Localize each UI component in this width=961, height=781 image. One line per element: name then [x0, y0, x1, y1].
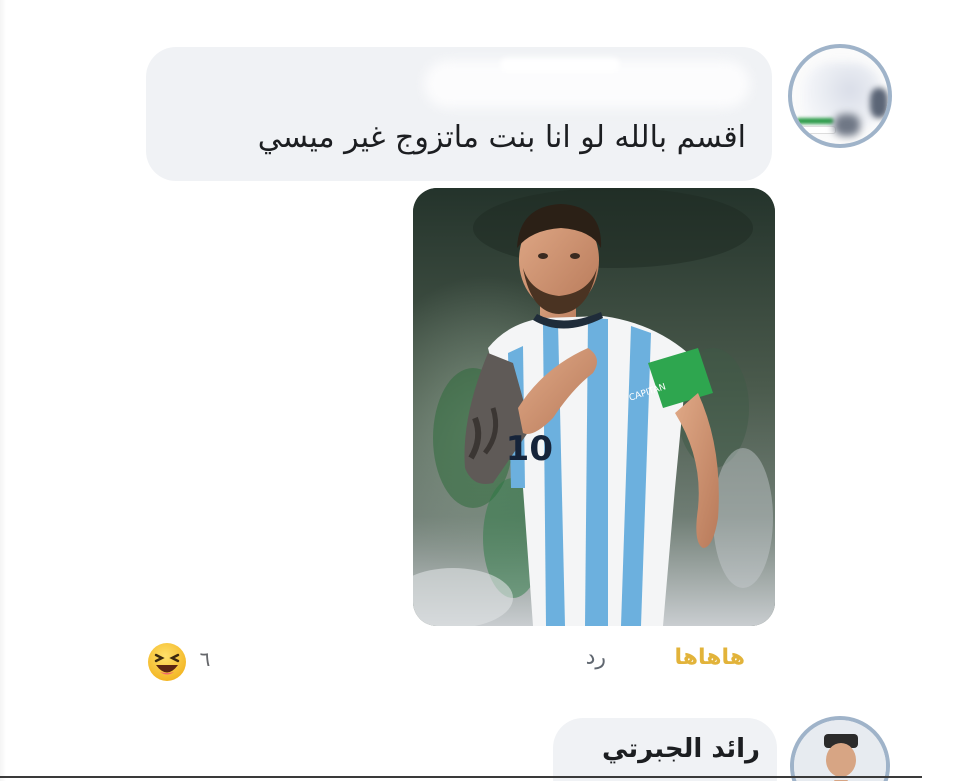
laughing-face-icon[interactable] — [145, 640, 189, 684]
commenter-avatar[interactable] — [788, 44, 892, 148]
person-photo-icon — [794, 720, 886, 781]
reply-commenter-avatar[interactable] — [790, 716, 890, 781]
bottom-divider — [0, 776, 922, 778]
reply-link[interactable]: رد — [566, 645, 606, 670]
footballer-photo: CAPITAN 10 — [413, 188, 775, 626]
left-edge-shade — [0, 0, 6, 781]
reaction-count: ٦ — [199, 647, 211, 671]
avatar-shadow-shape — [834, 114, 860, 136]
comment-photo[interactable]: CAPITAN 10 — [413, 188, 775, 626]
reply-author-name[interactable]: رائد الجبرتي — [568, 734, 760, 764]
comment-text: اقسم بالله لو انا بنت ماتزوج غير ميسي — [257, 120, 746, 155]
laugh-reaction-link[interactable]: هاهاها — [655, 645, 745, 670]
jersey-number: 10 — [506, 429, 553, 469]
avatar-edge-shape — [870, 88, 888, 118]
flag-white-stripe — [796, 126, 836, 134]
redacted-author-name-highlight — [500, 58, 620, 72]
comment-thread: اقسم بالله لو انا بنت ماتزوج غير ميسي CA… — [0, 0, 961, 781]
flag-green-stripe — [796, 118, 834, 124]
